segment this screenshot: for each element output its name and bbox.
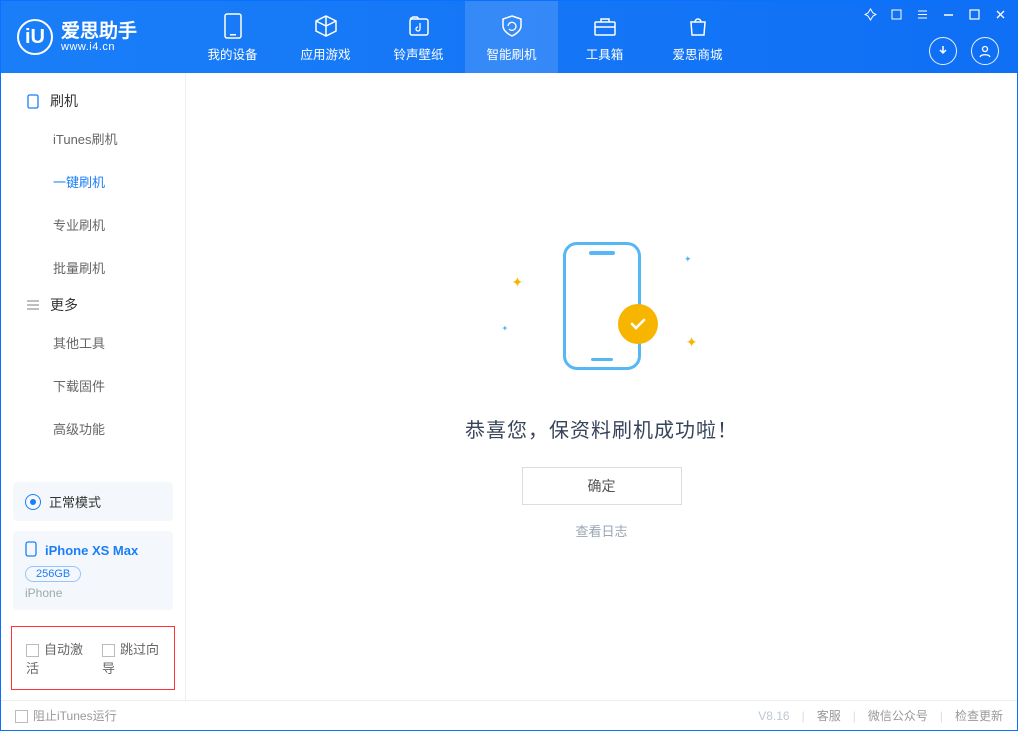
device-type: iPhone <box>25 586 161 600</box>
sidebar: 刷机 iTunes刷机 一键刷机 专业刷机 批量刷机 更多 其他工具 下载固件 … <box>1 73 186 700</box>
device-storage-badge: 256GB <box>25 566 81 582</box>
more-icon <box>25 298 40 313</box>
ok-button[interactable]: 确定 <box>522 467 682 505</box>
block-itunes-checkbox[interactable]: 阻止iTunes运行 <box>15 707 117 724</box>
version-label: V8.16 <box>758 709 789 723</box>
header-bar: iU 爱思助手 www.i4.cn 我的设备 应用游戏 铃声壁纸 智能刷机 工具… <box>1 1 1017 73</box>
device-info-box[interactable]: iPhone XS Max 256GB iPhone <box>13 531 173 610</box>
nav-my-device[interactable]: 我的设备 <box>186 1 279 73</box>
device-name: iPhone XS Max <box>45 543 138 558</box>
skin-icon[interactable] <box>889 7 903 21</box>
app-name: 爱思助手 <box>61 22 137 41</box>
success-illustration: ✦ ✦ ✦ ✦ <box>502 234 702 394</box>
sidebar-group-flash: 刷机 <box>1 91 185 111</box>
nav-apps[interactable]: 应用游戏 <box>279 1 372 73</box>
device-mode-box[interactable]: 正常模式 <box>13 482 173 521</box>
phone-small-icon <box>25 541 37 560</box>
footer-bar: 阻止iTunes运行 V8.16 | 客服 | 微信公众号 | 检查更新 <box>1 700 1017 730</box>
top-nav: 我的设备 应用游戏 铃声壁纸 智能刷机 工具箱 爱思商城 <box>186 1 744 73</box>
sidebar-item-pro-flash[interactable]: 专业刷机 <box>1 203 185 246</box>
app-logo-icon: iU <box>17 19 53 55</box>
feedback-icon[interactable] <box>863 7 877 21</box>
toolbox-icon <box>591 12 619 40</box>
sidebar-group-more: 更多 <box>1 295 185 315</box>
window-controls <box>863 7 1007 21</box>
device-mode-label: 正常模式 <box>49 492 101 511</box>
nav-flash[interactable]: 智能刷机 <box>465 1 558 73</box>
phone-icon <box>219 12 247 40</box>
sidebar-item-advanced[interactable]: 高级功能 <box>1 407 185 450</box>
flash-options-row: 自动激活 跳过向导 <box>11 626 175 690</box>
user-button[interactable] <box>971 37 999 65</box>
sidebar-item-download-firmware[interactable]: 下载固件 <box>1 364 185 407</box>
music-folder-icon <box>405 12 433 40</box>
nav-ringtone[interactable]: 铃声壁纸 <box>372 1 465 73</box>
sidebar-item-other-tools[interactable]: 其他工具 <box>1 321 185 364</box>
app-url: www.i4.cn <box>61 41 137 53</box>
maximize-icon[interactable] <box>967 7 981 21</box>
check-badge-icon <box>618 304 658 344</box>
nav-toolbox[interactable]: 工具箱 <box>558 1 651 73</box>
menu-icon[interactable] <box>915 7 929 21</box>
normal-mode-icon <box>25 494 41 510</box>
close-icon[interactable] <box>993 7 1007 21</box>
skip-guide-checkbox[interactable]: 跳过向导 <box>102 639 160 677</box>
nav-store[interactable]: 爱思商城 <box>651 1 744 73</box>
sidebar-item-oneclick-flash[interactable]: 一键刷机 <box>1 160 185 203</box>
view-log-link[interactable]: 查看日志 <box>575 521 627 540</box>
logo-block: iU 爱思助手 www.i4.cn <box>1 19 186 55</box>
footer-link-update[interactable]: 检查更新 <box>955 707 1003 724</box>
shield-refresh-icon <box>498 12 526 40</box>
auto-activate-checkbox[interactable]: 自动激活 <box>26 639 84 677</box>
footer-link-support[interactable]: 客服 <box>817 707 841 724</box>
download-button[interactable] <box>929 37 957 65</box>
sidebar-item-batch-flash[interactable]: 批量刷机 <box>1 246 185 289</box>
bag-icon <box>684 12 712 40</box>
footer-link-wechat[interactable]: 微信公众号 <box>868 707 928 724</box>
device-icon <box>25 94 40 109</box>
main-content: ✦ ✦ ✦ ✦ 恭喜您，保资料刷机成功啦！ 确定 查看日志 <box>186 73 1017 700</box>
success-title: 恭喜您，保资料刷机成功啦！ <box>465 414 738 443</box>
minimize-icon[interactable] <box>941 7 955 21</box>
sidebar-item-itunes-flash[interactable]: iTunes刷机 <box>1 117 185 160</box>
cube-icon <box>312 12 340 40</box>
